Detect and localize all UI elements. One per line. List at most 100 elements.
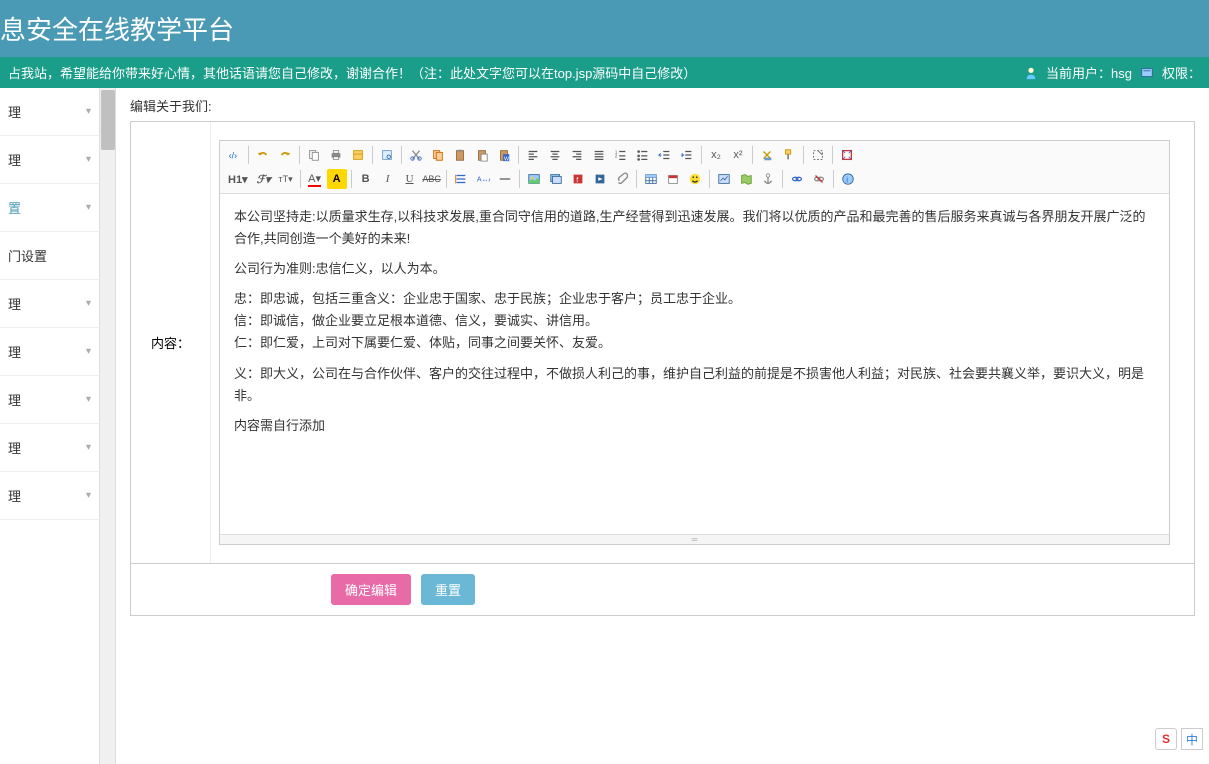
flash-icon[interactable]: f [568,169,588,189]
button-row: 确定编辑 重置 [130,564,1195,616]
sidebar-item[interactable]: 理▾ [0,472,99,520]
multi-image-icon[interactable] [546,169,566,189]
sidebar-item[interactable]: 理▾ [0,376,99,424]
source-icon[interactable]: ‹/› [224,145,244,165]
svg-text:W: W [504,156,509,162]
image-icon[interactable] [524,169,544,189]
font-color-select[interactable]: A▾ [305,169,325,189]
outdent-icon[interactable] [655,145,675,165]
indent-icon[interactable] [677,145,697,165]
select-all-icon[interactable] [808,145,828,165]
chevron-down-icon: ▾ [86,298,91,309]
separator [372,146,373,164]
page-title: 编辑关于我们: [130,96,1195,115]
underline-button[interactable]: U [400,169,420,189]
unlink-icon[interactable] [809,169,829,189]
separator [248,146,249,164]
anchor-icon[interactable] [758,169,778,189]
scrollbar-track[interactable] [100,88,116,764]
link-icon[interactable] [787,169,807,189]
sidebar-item[interactable]: 理▾ [0,136,99,184]
map-icon[interactable] [736,169,756,189]
sidebar-item[interactable]: 理▾ [0,424,99,472]
svg-text:2: 2 [615,154,618,159]
chevron-down-icon: ▾ [86,490,91,501]
table-icon[interactable] [641,169,661,189]
separator [752,146,753,164]
sidebar-item[interactable]: 理▾ [0,328,99,376]
font-size-select[interactable]: тТ▾ [276,169,296,189]
user-info: 当前用户：hsg 权限： [1024,63,1201,82]
date-icon[interactable] [663,169,683,189]
attachment-icon[interactable] [612,169,632,189]
submit-button[interactable]: 确定编辑 [331,574,411,605]
copy2-icon[interactable] [428,145,448,165]
line-height-icon[interactable] [451,169,471,189]
undo-icon[interactable] [253,145,273,165]
strike-button[interactable]: ABC [422,169,442,189]
sidebar-item[interactable]: 理▾ [0,88,99,136]
paste-word-icon[interactable]: W [494,145,514,165]
content-paragraph: 义：即大义，公司在与合作伙伴、客户的交往过程中，不做损人利己的事，维护自己利益的… [234,363,1155,407]
ime-bar: S 中 [1155,728,1203,750]
media-icon[interactable] [590,169,610,189]
insert-image2-icon[interactable] [714,169,734,189]
content-paragraph: 仁：即仁爱，上司对下属要仁爱、体贴，同事之间要关怀、友爱。 [234,332,1155,354]
heading-select[interactable]: H1▾ [224,169,252,189]
content-paragraph: 本公司坚持走:以质量求生存,以科技求发展,重合同守信用的道路,生产经营得到迅速发… [234,206,1155,250]
content-paragraph: 公司行为准则:忠信仁义，以人为本。 [234,258,1155,280]
separator [701,146,702,164]
reset-button[interactable]: 重置 [421,574,475,605]
site-title: 息安全在线教学平台 [0,10,1209,47]
copy-icon[interactable] [304,145,324,165]
scrollbar-thumb[interactable] [101,90,115,150]
sidebar-item[interactable]: 门设置 [0,232,99,280]
align-justify-icon[interactable] [589,145,609,165]
subheader: 占我站，希望能给你带来好心情，其他话语请您自己修改，谢谢合作！（注：此处文字您可… [0,57,1209,88]
align-right-icon[interactable] [567,145,587,165]
paste-icon[interactable] [450,145,470,165]
preview-icon[interactable] [377,145,397,165]
superscript-icon[interactable]: x² [728,145,748,165]
content-paragraph: 忠：即忠诚，包括三重含义：企业忠于国家、忠于民族；企业忠于客户；员工忠于企业。 [234,288,1155,310]
chevron-down-icon: ▾ [86,346,91,357]
emoji-icon[interactable] [685,169,705,189]
separator [803,146,804,164]
svg-text:A↔A: A↔A [476,177,489,184]
unordered-list-icon[interactable] [633,145,653,165]
about-icon[interactable]: i [838,169,858,189]
highlight-select[interactable]: A [327,169,347,189]
bold-button[interactable]: B [356,169,376,189]
resize-handle[interactable]: ═ [220,534,1169,544]
permission-label: 权限： [1162,63,1201,82]
sidebar-item[interactable]: 置▾ [0,184,99,232]
separator [401,146,402,164]
paste-text-icon[interactable] [472,145,492,165]
ime-lang-icon[interactable]: 中 [1181,728,1203,750]
separator [832,146,833,164]
letter-spacing-icon[interactable]: A↔A [473,169,493,189]
subscript-icon[interactable]: x₂ [706,145,726,165]
template-icon[interactable] [348,145,368,165]
redo-icon[interactable] [275,145,295,165]
print-icon[interactable] [326,145,346,165]
align-left-icon[interactable] [523,145,543,165]
font-family-select[interactable]: ℱ▾ [254,169,274,189]
ordered-list-icon[interactable]: 12 [611,145,631,165]
permission-icon [1140,66,1154,80]
separator [299,146,300,164]
separator [300,170,301,188]
fullscreen-icon[interactable] [837,145,857,165]
sidebar-item[interactable]: 理▾ [0,280,99,328]
hr-icon[interactable] [495,169,515,189]
align-center-icon[interactable] [545,145,565,165]
format-painter-icon[interactable] [779,145,799,165]
ime-sogou-icon[interactable]: S [1155,728,1177,750]
editor-toolbar: ‹/› W [220,141,1169,194]
italic-button[interactable]: I [378,169,398,189]
separator [446,170,447,188]
editor-content[interactable]: 本公司坚持走:以质量求生存,以科技求发展,重合同守信用的道路,生产经营得到迅速发… [220,194,1169,534]
cut-icon[interactable] [406,145,426,165]
header: 息安全在线教学平台 [0,0,1209,57]
remove-format-icon[interactable] [757,145,777,165]
